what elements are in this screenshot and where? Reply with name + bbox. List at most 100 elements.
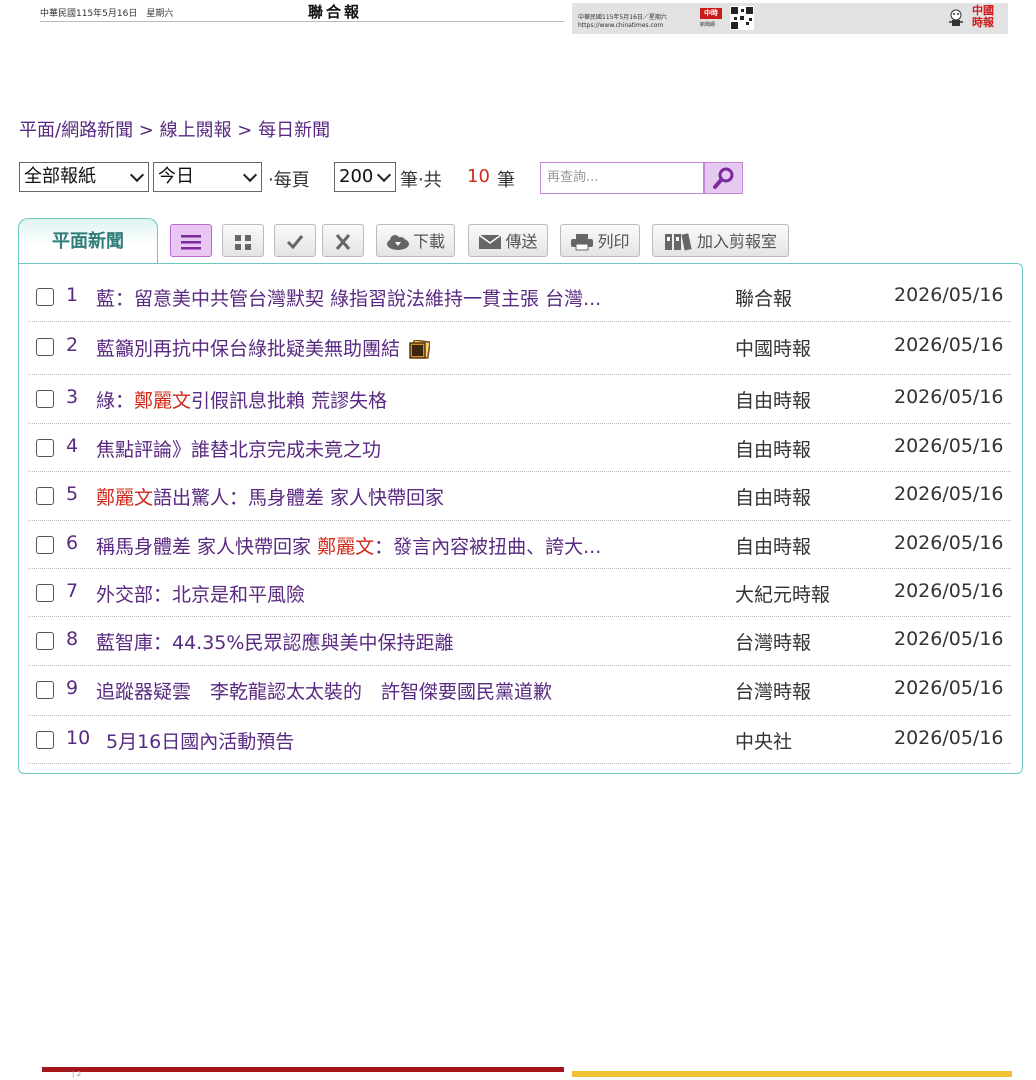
grid-icon: [235, 234, 251, 250]
header-date: 中華民國115年5月16日 星期六: [40, 9, 174, 19]
chevron-down-icon: [242, 167, 258, 183]
list-icon: [181, 234, 201, 249]
select-all-button[interactable]: [274, 224, 316, 257]
search-button[interactable]: [704, 162, 743, 194]
news-row[interactable]: 8 藍智庫：44.35%民眾認應與美中保持距離 台灣時報 2026/05/16: [28, 616, 1011, 666]
download-button[interactable]: 下載: [376, 224, 455, 257]
row-checkbox[interactable]: [36, 584, 54, 602]
news-title-link[interactable]: 外交部：北京是和平風險: [96, 580, 305, 607]
send-button[interactable]: 傳送: [468, 224, 548, 257]
print-button[interactable]: 列印: [560, 224, 640, 257]
row-checkbox[interactable]: [36, 632, 54, 650]
news-date: 2026/05/16: [894, 386, 1004, 408]
banner-url: https://www.chinatimes.com: [578, 22, 664, 29]
row-checkbox[interactable]: [36, 536, 54, 554]
title-text: 藍：留意美中共管台灣默契 綠指習說法維持一貫主張 台灣...: [96, 288, 602, 310]
row-number: 7: [66, 580, 79, 602]
row-checkbox[interactable]: [36, 681, 54, 699]
total-suffix: 筆: [497, 170, 515, 191]
per-page-prefix: ‧每頁: [268, 170, 310, 191]
news-row[interactable]: 5 鄭麗文語出驚人：馬身體差 家人快帶回家 自由時報 2026/05/16: [28, 471, 1011, 521]
news-date: 2026/05/16: [894, 677, 1004, 699]
grid-view-button[interactable]: [222, 224, 264, 257]
breadcrumb[interactable]: 平面/網路新聞 > 線上閱報 > 每日新聞: [19, 116, 330, 142]
news-date: 2026/05/16: [894, 284, 1004, 306]
news-title-link[interactable]: 藍籲別再抗中保台綠批疑美無助團結: [96, 334, 431, 361]
row-checkbox[interactable]: [36, 487, 54, 505]
news-row[interactable]: 3 綠：鄭麗文引假訊息批賴 荒謬失格 自由時報 2026/05/16: [28, 374, 1011, 424]
row-checkbox[interactable]: [36, 439, 54, 457]
news-title-link[interactable]: 追蹤器疑雲 李乾龍認太太裝的 許智傑要國民黨道歉: [96, 677, 552, 704]
mascot-icon: [949, 9, 963, 26]
news-row[interactable]: 7 外交部：北京是和平風險 大紀元時報 2026/05/16: [28, 568, 1011, 617]
cloud-download-icon: [386, 234, 409, 250]
add-to-clippings-button[interactable]: 加入剪報室: [652, 224, 789, 257]
row-number: 3: [66, 386, 79, 408]
tab-print-news[interactable]: 平面新聞: [18, 218, 158, 264]
news-source: 中央社: [735, 731, 793, 753]
news-source: 自由時報: [735, 439, 812, 461]
news-title-link[interactable]: 藍智庫：44.35%民眾認應與美中保持距離: [96, 628, 453, 655]
title-text: 藍籲別再抗中保台綠批疑美無助團結: [96, 338, 401, 360]
news-title-link[interactable]: 藍：留意美中共管台灣默契 綠指習說法維持一貫主張 台灣...: [96, 284, 601, 311]
download-label: 下載: [412, 232, 445, 251]
news-row[interactable]: 10 5月16日國內活動預告 中央社 2026/05/16: [28, 715, 1011, 764]
banner-date: 中華民國115年5月16日／星期六: [578, 14, 667, 21]
title-text: 語出驚人：馬身體差 家人快帶回家: [153, 487, 445, 509]
row-number: 5: [66, 483, 79, 505]
news-source: 大紀元時報: [735, 584, 831, 606]
row-number: 2: [66, 334, 79, 356]
title-highlight: 鄭麗文: [134, 390, 192, 412]
photo-icon[interactable]: [408, 339, 431, 360]
row-checkbox[interactable]: [36, 731, 54, 749]
chinatimes-brand: 中國時報: [972, 4, 994, 29]
title-text: 外交部：北京是和平風險: [96, 584, 306, 606]
title-text: 追蹤器疑雲 李乾龍認太太裝的 許智傑要國民黨道歉: [96, 681, 553, 703]
badge-subtitle: 新聞網: [700, 22, 716, 28]
checkmark-icon: [286, 234, 304, 249]
news-row[interactable]: 4 焦點評論》誰替北京完成未竟之功 自由時報 2026/05/16: [28, 423, 1011, 472]
news-row[interactable]: 6 稱馬身體差 家人快帶回家 鄭麗文：發言內容被扭曲、誇大... 自由時報 2026/…: [28, 520, 1011, 569]
news-date: 2026/05/16: [894, 483, 1004, 505]
printer-icon: [571, 233, 594, 250]
news-row[interactable]: 1 藍：留意美中共管台灣默契 綠指習說法維持一貫主張 台灣... 聯合報 2026/0…: [28, 272, 1011, 322]
row-number: 1: [66, 284, 79, 306]
footer-yellow-bar: [572, 1071, 1012, 1077]
news-row[interactable]: 9 追蹤器疑雲 李乾龍認太太裝的 許智傑要國民黨道歉 台灣時報 2026/05/16: [28, 665, 1011, 716]
qr-code-icon: [730, 6, 754, 30]
row-checkbox[interactable]: [36, 288, 54, 306]
news-title-link[interactable]: 鄭麗文語出驚人：馬身體差 家人快帶回家: [96, 483, 444, 510]
chevron-down-icon: [129, 167, 145, 183]
title-text: 綠：: [96, 390, 135, 412]
news-title-link[interactable]: 5月16日國內活動預告: [106, 727, 294, 754]
list-view-button[interactable]: [170, 224, 212, 257]
news-title-link[interactable]: 綠：鄭麗文引假訊息批賴 荒謬失格: [96, 386, 387, 413]
header-divider: [40, 21, 564, 22]
day-select[interactable]: 今日: [153, 162, 262, 192]
news-source: 台灣時報: [735, 632, 812, 654]
news-title-link[interactable]: 稱馬身體差 家人快帶回家 鄭麗文：發言內容被扭曲、誇大...: [96, 532, 601, 559]
search-icon: [713, 167, 734, 189]
clip-label: 加入剪報室: [696, 232, 777, 251]
clear-selection-button[interactable]: [322, 224, 364, 257]
title-highlight: 鄭麗文: [317, 536, 375, 558]
paper-select[interactable]: 全部報紙: [19, 162, 149, 192]
row-number: 8: [66, 628, 79, 650]
search-input[interactable]: 再查詢...: [540, 162, 704, 194]
footer-red-bar: [42, 1067, 564, 1072]
per-page-select[interactable]: 200: [334, 162, 396, 192]
news-title-link[interactable]: 焦點評論》誰替北京完成未竟之功: [96, 435, 381, 462]
title-text: 引假訊息批賴 荒謬失格: [191, 390, 388, 412]
send-label: 傳送: [505, 232, 538, 251]
row-number: 9: [66, 677, 79, 699]
title-highlight: 鄭麗文: [96, 487, 154, 509]
row-number: 6: [66, 532, 79, 554]
row-number: 4: [66, 435, 79, 457]
row-number: 10: [66, 727, 91, 749]
row-checkbox[interactable]: [36, 390, 54, 408]
row-checkbox[interactable]: [36, 338, 54, 356]
chinatimes-badge: 中時: [700, 8, 722, 19]
title-text: 5月16日國內活動預告: [106, 731, 295, 753]
news-date: 2026/05/16: [894, 628, 1004, 650]
news-row[interactable]: 2 藍籲別再抗中保台綠批疑美無助團結 中國時報 2026/05/16: [28, 321, 1011, 375]
